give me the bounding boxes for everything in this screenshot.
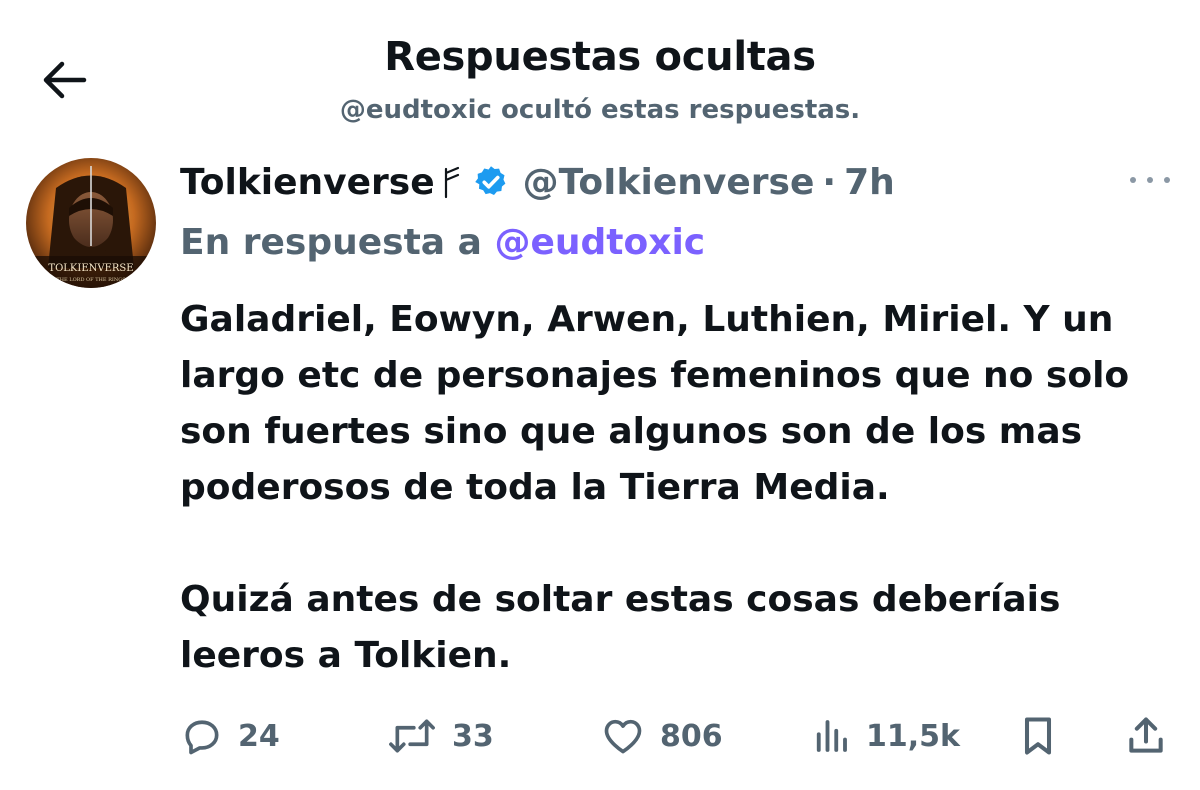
tweet-text: Galadriel, Eowyn, Arwen, Luthien, Miriel… xyxy=(180,292,1180,684)
tweet-paragraph: Galadriel, Eowyn, Arwen, Luthien, Miriel… xyxy=(180,299,1130,508)
retweet-icon xyxy=(389,719,435,753)
separator-dot: · xyxy=(822,161,837,203)
avatar-logo-subtext: THE LORD OF THE RINGS xyxy=(56,277,126,283)
retweet-count: 33 xyxy=(452,718,494,754)
like-count: 806 xyxy=(660,718,723,754)
avatar-image: TOLKIENVERSE THE LORD OF THE RINGS xyxy=(26,158,156,288)
retweet-button[interactable]: 33 xyxy=(386,708,494,764)
bookmark-button[interactable] xyxy=(1016,708,1060,764)
page-subtitle: @eudtoxic ocultó estas respuestas. xyxy=(339,95,861,125)
more-dot-icon xyxy=(1147,177,1153,183)
reply-handle-link[interactable]: @eudtoxic xyxy=(494,222,705,263)
share-icon xyxy=(1129,717,1163,753)
bar-chart-icon xyxy=(816,720,847,752)
display-name[interactable]: Tolkienverse xyxy=(180,162,435,203)
user-handle[interactable]: @ToIkienverse xyxy=(523,162,815,203)
reply-icon xyxy=(185,720,219,755)
view-count: 11,5k xyxy=(866,718,960,754)
verified-badge-icon[interactable] xyxy=(473,164,509,200)
hidden-replies-page: Respuestas ocultas @eudtoxic ocultó esta… xyxy=(0,0,1200,790)
more-options-button[interactable] xyxy=(1128,162,1172,198)
bookmark-icon xyxy=(1024,717,1052,755)
reply-prefix: En respuesta a xyxy=(180,222,482,263)
views-button[interactable]: 11,5k xyxy=(810,708,960,764)
more-dot-icon xyxy=(1164,177,1170,183)
reply-context: En respuesta a @eudtoxic xyxy=(180,222,705,263)
avatar[interactable]: TOLKIENVERSE THE LORD OF THE RINGS xyxy=(26,158,156,288)
avatar-logo-text: TOLKIENVERSE xyxy=(48,263,133,274)
tweet-paragraph: Quizá antes de soltar estas cosas deberí… xyxy=(180,579,1061,676)
page-title: Respuestas ocultas xyxy=(384,34,816,80)
share-button[interactable] xyxy=(1124,708,1168,764)
heart-icon xyxy=(604,719,642,754)
reply-button[interactable]: 24 xyxy=(180,708,280,764)
tweet-timestamp[interactable]: 7h xyxy=(844,162,895,203)
reply-count: 24 xyxy=(238,718,280,754)
rune-icon xyxy=(441,165,463,199)
like-button[interactable]: 806 xyxy=(600,708,723,764)
tweet-header: Tolkienverse @ToIkienverse · 7h xyxy=(180,156,895,208)
more-dot-icon xyxy=(1130,177,1136,183)
tweet-actions: 24 33 806 11,5k xyxy=(180,708,1180,764)
